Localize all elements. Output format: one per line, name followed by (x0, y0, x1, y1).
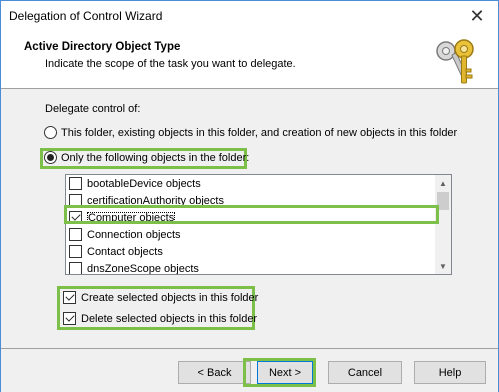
create-selected-box[interactable] (63, 291, 76, 304)
radio-this-folder-label: This folder, existing objects in this fo… (61, 126, 458, 139)
window-title: Delegation of Control Wizard (9, 9, 163, 23)
radio-this-folder[interactable]: This folder, existing objects in this fo… (44, 126, 457, 139)
delete-selected-checkbox[interactable]: Delete selected objects in this folder (63, 312, 257, 325)
radio-only-following-circle[interactable] (44, 151, 57, 164)
close-button[interactable]: ✕ (456, 1, 498, 31)
wizard-header: Active Directory Object Type Indicate th… (1, 31, 498, 89)
back-button[interactable]: < Back (178, 361, 251, 384)
keys-icon (436, 39, 474, 84)
list-item[interactable]: Contact objects (66, 243, 436, 260)
list-item-label: Contact objects (87, 245, 163, 258)
list-item-checkbox[interactable] (69, 177, 82, 190)
radio-this-folder-circle[interactable] (44, 126, 57, 139)
object-list-items: bootableDevice objects certificationAutho… (66, 175, 436, 275)
list-item[interactable]: Connection objects (66, 226, 436, 243)
header-subtitle: Indicate the scope of the task you want … (45, 58, 296, 70)
title-bar: Delegation of Control Wizard ✕ (1, 1, 498, 31)
header-title: Active Directory Object Type (24, 41, 181, 53)
delegate-label: Delegate control of: (45, 103, 141, 115)
highlight-next (243, 358, 316, 387)
close-icon: ✕ (469, 5, 485, 26)
radio-only-following-label: Only the following objects in the folder… (61, 151, 250, 164)
object-type-list[interactable]: bootableDevice objects certificationAutho… (65, 174, 452, 275)
list-item-checkbox[interactable] (69, 228, 82, 241)
cancel-button[interactable]: Cancel (328, 361, 402, 384)
highlight-computer-objects (64, 205, 439, 224)
list-item[interactable]: bootableDevice objects (66, 175, 436, 192)
help-button[interactable]: Help (414, 361, 486, 384)
delete-selected-box[interactable] (63, 312, 76, 325)
list-item-label: bootableDevice objects (87, 177, 201, 190)
wizard-content: Delegate control of: This folder, existi… (1, 90, 498, 348)
wizard-footer: < Back Next > Cancel Help (1, 348, 498, 392)
list-item[interactable]: dnsZoneScope objects (66, 260, 436, 275)
list-item-label: dnsZoneScope objects (87, 262, 199, 275)
list-item-checkbox[interactable] (69, 245, 82, 258)
radio-only-following[interactable]: Only the following objects in the folder… (44, 151, 249, 164)
scroll-down-icon[interactable]: ▼ (435, 258, 451, 274)
list-item-label: Connection objects (87, 228, 181, 241)
create-selected-checkbox[interactable]: Create selected objects in this folder (63, 291, 258, 304)
delete-selected-label: Delete selected objects in this folder (81, 312, 258, 325)
wizard-window: Delegation of Control Wizard ✕ Active Di… (0, 0, 499, 392)
scroll-up-icon[interactable]: ▲ (435, 175, 451, 191)
list-scrollbar[interactable]: ▲ ▼ (435, 175, 451, 274)
create-selected-label: Create selected objects in this folder (81, 291, 259, 304)
list-item-checkbox[interactable] (69, 262, 82, 274)
